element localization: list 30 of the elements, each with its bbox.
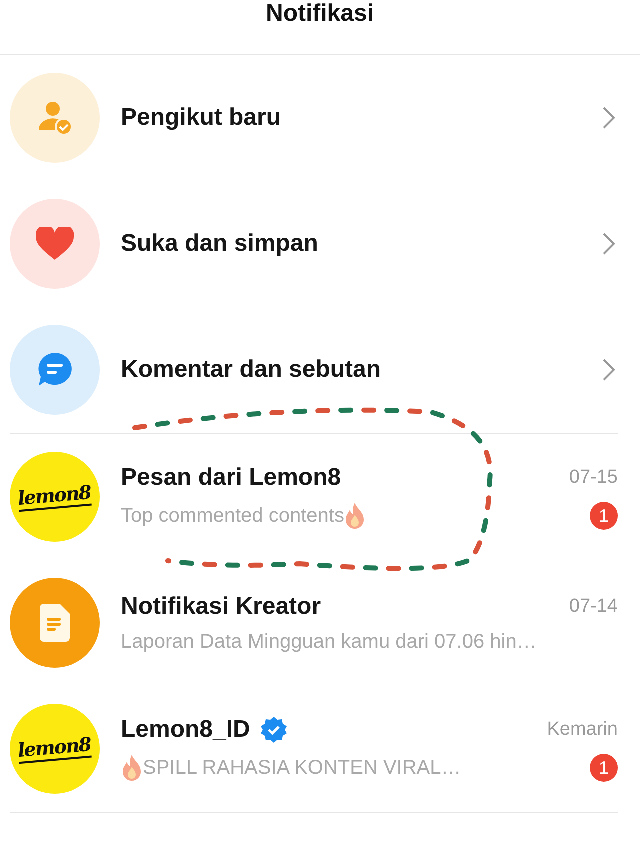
- heart-icon: [36, 227, 74, 261]
- page-title: Notifikasi: [266, 0, 374, 28]
- document-icon: [40, 604, 70, 642]
- sender-name: Lemon8_ID: [121, 716, 250, 744]
- sender-name: Notifikasi Kreator: [121, 592, 322, 620]
- category-row[interactable]: Suka dan simpan: [0, 181, 640, 307]
- message-preview: SPILL RAHASIA KONTEN VIRAL…: [143, 756, 462, 780]
- category-row[interactable]: Komentar dan sebutan: [0, 307, 640, 433]
- logo-avatar: lemon8: [10, 452, 100, 542]
- person-check-icon: [37, 100, 73, 136]
- sender-name: Pesan dari Lemon8: [121, 464, 342, 492]
- message-row[interactable]: lemon8 Lemon8_ID Kemarin SPILL RAHASIA KONTEN VIRAL… 1: [0, 686, 640, 812]
- chevron-icon: [603, 107, 615, 129]
- category-label: Suka dan simpan: [121, 230, 320, 258]
- message-row[interactable]: Notifikasi Kreator 07-14 Laporan Data Mingguan kamu dari 07.06 hin…: [0, 560, 640, 686]
- message-date: 07-15: [569, 467, 618, 489]
- category-label: Pengikut baru: [121, 104, 282, 132]
- message-preview: Laporan Data Mingguan kamu dari 07.06 hin…: [121, 630, 537, 654]
- unread-count-badge: 1: [590, 754, 618, 782]
- chevron-icon: [603, 359, 615, 381]
- category-label: Komentar dan sebutan: [121, 356, 382, 384]
- message-row[interactable]: lemon8 Pesan dari Lemon8 07-15 Top commented contents 1: [0, 434, 640, 560]
- unread-count-badge: 1: [590, 502, 618, 530]
- message-date: Kemarin: [547, 719, 618, 741]
- message-preview: Top commented contents: [121, 504, 344, 528]
- chat-bubble-icon: [37, 352, 73, 388]
- message-date: 07-14: [569, 596, 618, 618]
- logo-avatar: lemon8: [10, 704, 100, 794]
- chevron-icon: [603, 233, 615, 255]
- category-row[interactable]: Pengikut baru: [0, 55, 640, 181]
